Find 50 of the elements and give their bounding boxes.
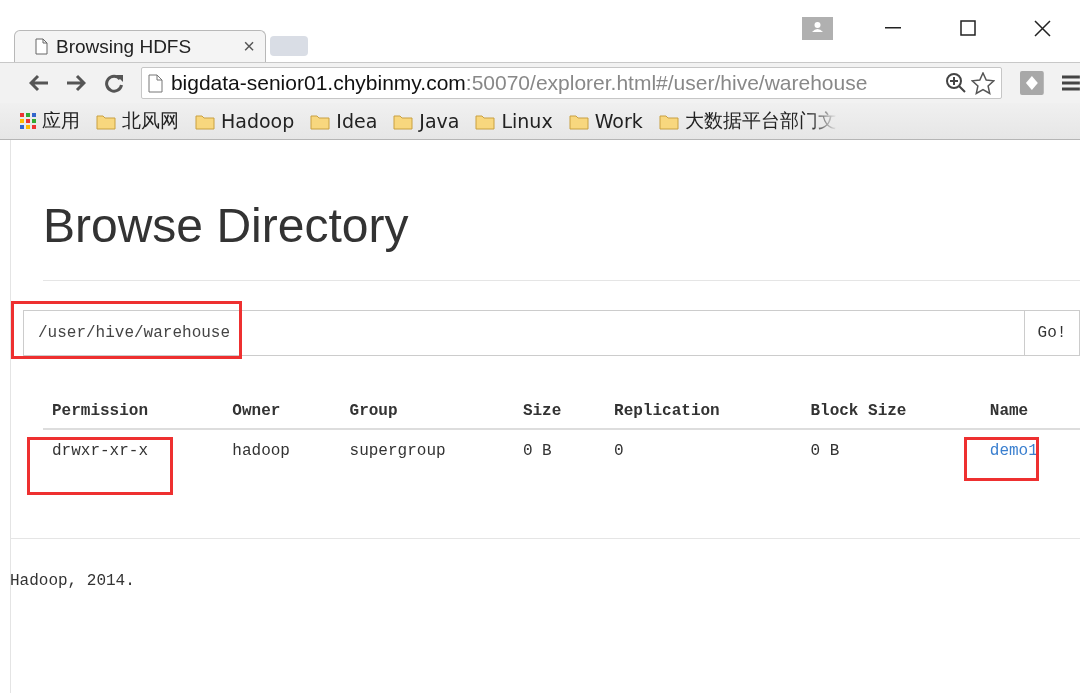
address-bar[interactable]: bigdata-senior01.chybinmy.com:50070/explorer.html#/user/hive/warehouse — [140, 67, 1003, 99]
minimize-icon[interactable] — [884, 27, 901, 29]
close-icon[interactable] — [1034, 19, 1051, 37]
column-header: Name — [980, 394, 1080, 429]
folder-icon — [658, 112, 679, 130]
column-header: Group — [340, 394, 514, 429]
folder-icon — [393, 112, 414, 130]
zoom-icon[interactable] — [945, 72, 968, 94]
maximize-icon[interactable] — [959, 20, 976, 36]
table-cell: 0 B — [522, 442, 552, 460]
bookmark[interactable]: Hadoop — [195, 110, 295, 132]
table-cell: hadoop — [232, 442, 290, 460]
table-cell: supergroup — [349, 442, 446, 460]
folder-icon — [310, 112, 331, 130]
page-icon — [147, 73, 163, 93]
folder-icon — [96, 112, 116, 130]
table-cell: 0 B — [810, 442, 840, 460]
column-header: Replication — [605, 394, 802, 429]
folder-icon — [475, 112, 496, 130]
url-host: bigdata-senior01.chybinmy.com — [170, 71, 466, 95]
table-cell: 0 — [614, 442, 624, 460]
close-tab-button[interactable]: × — [243, 35, 255, 58]
bookmark[interactable]: Work — [568, 110, 643, 132]
star-icon[interactable] — [971, 71, 996, 95]
table-cell: drwxr-xr-x — [52, 442, 148, 460]
folder-icon — [195, 112, 215, 130]
bookmark[interactable]: Java — [393, 110, 460, 132]
column-header: Owner — [223, 394, 341, 429]
bookmark[interactable]: Linux — [475, 110, 553, 132]
reload-icon[interactable] — [104, 73, 125, 93]
apps-grid-icon — [20, 113, 36, 129]
go-button[interactable]: Go! — [1024, 310, 1080, 356]
bookmark[interactable]: 大数据平台部门文 — [658, 108, 837, 134]
column-header: Block Size — [801, 394, 981, 429]
page-heading: Browse Directory — [42, 198, 410, 254]
bookmark[interactable]: 北风网 — [96, 108, 179, 134]
folder-icon — [568, 112, 589, 130]
bookmark[interactable]: 应用 — [20, 108, 80, 134]
column-header: Size — [513, 394, 606, 429]
path-field[interactable]: /user/hive/warehouse — [23, 310, 1024, 356]
browser-tab[interactable]: Browsing HDFS × — [14, 30, 266, 62]
forward-icon[interactable] — [66, 74, 87, 92]
url-path: :50070/explorer.html#/user/hive/warehouse — [465, 71, 868, 95]
column-header: Permission — [43, 394, 224, 429]
bookmark[interactable]: Idea — [310, 110, 378, 132]
directory-link[interactable]: demo1 — [989, 442, 1038, 460]
footer-text: Hadoop, 2014. — [10, 572, 135, 590]
menu-icon[interactable] — [1062, 75, 1080, 91]
back-icon[interactable] — [28, 74, 49, 92]
page-icon — [35, 38, 48, 55]
